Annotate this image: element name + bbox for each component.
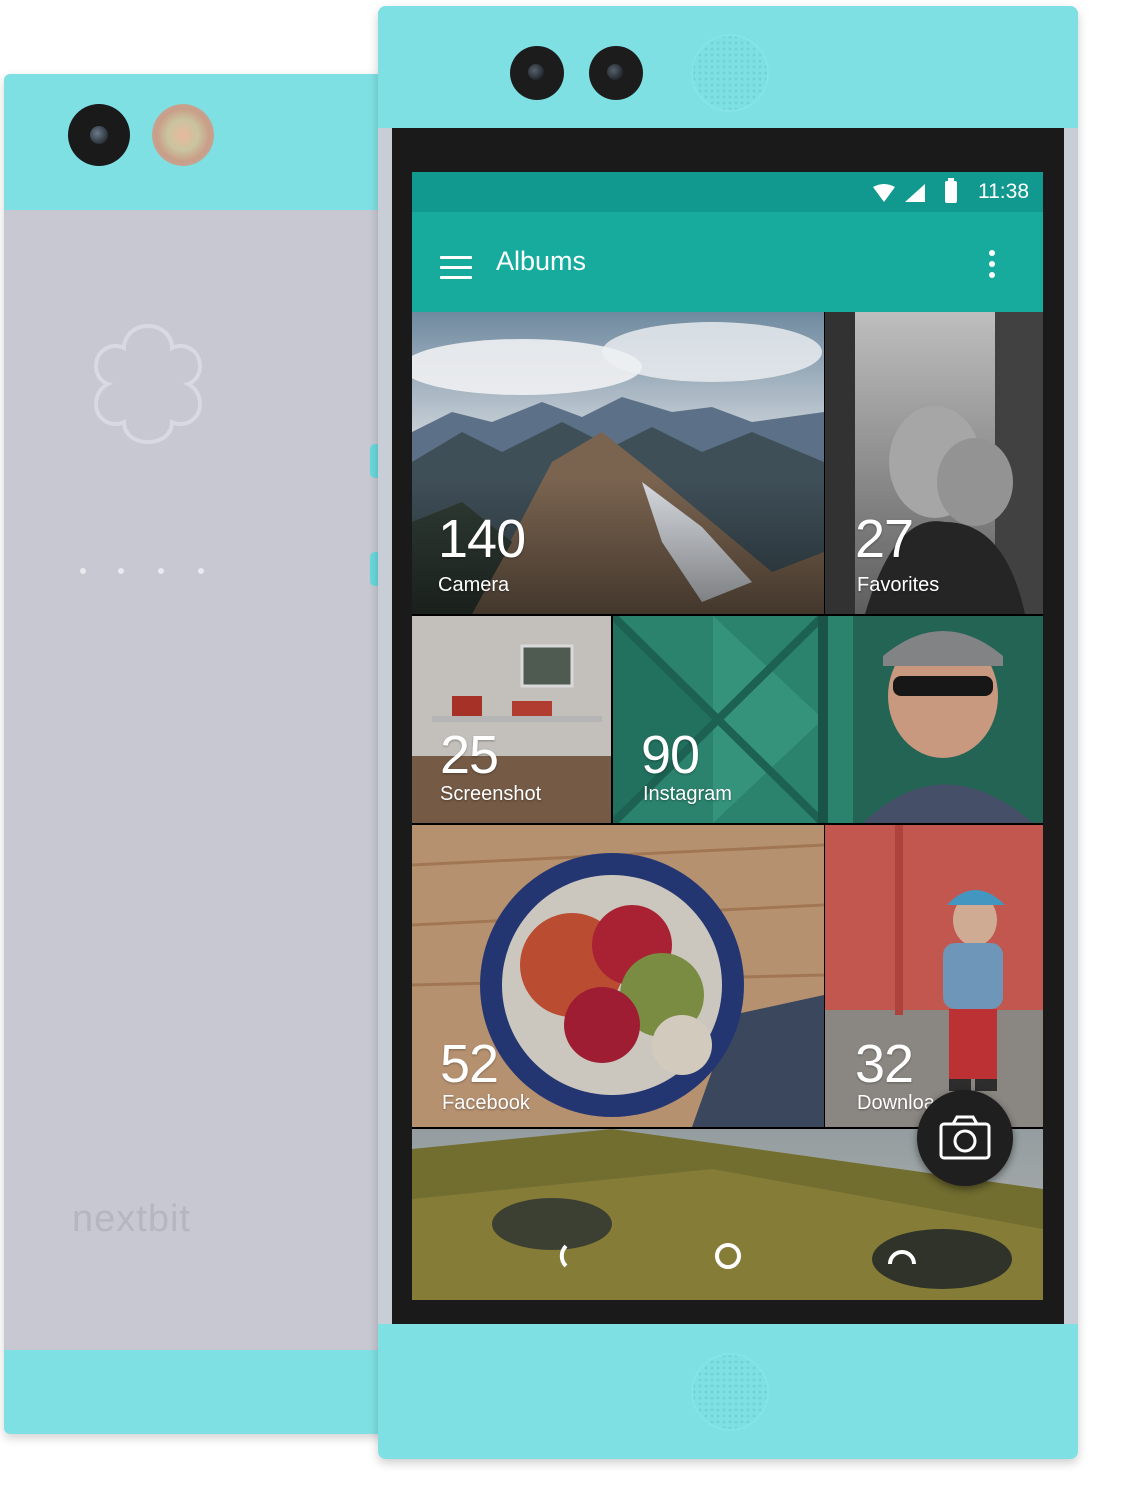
earpiece-speaker [691, 34, 769, 112]
album-name: Camera [438, 574, 510, 596]
home-icon[interactable] [708, 1236, 748, 1276]
frame-edge [1064, 128, 1078, 1324]
battery-icon [945, 178, 957, 203]
app-bar: Albums [412, 212, 1043, 312]
album-count: 27 [855, 509, 914, 569]
indicator-dot [198, 568, 204, 574]
album-tile-downloads[interactable]: 32 Downloa [825, 825, 1043, 1127]
album-count: 32 [855, 1034, 914, 1094]
more-vert-icon[interactable] [987, 250, 997, 280]
indicator-dot [158, 568, 164, 574]
phone-screen: 11:38 Albums 140 Camera 27 Favorites 25 … [412, 172, 1043, 1300]
indicator-dot [118, 568, 124, 574]
back-bottom-cap [4, 1350, 394, 1434]
album-tile-facebook[interactable]: 52 Facebook [412, 825, 824, 1127]
wifi-icon [873, 184, 895, 202]
front-sensor-lens [589, 46, 643, 100]
album-tile-instagram[interactable]: 90 Instagram [613, 616, 1043, 823]
album-count: 90 [641, 725, 700, 785]
camera-fab[interactable] [917, 1090, 1013, 1186]
cloud-logo-icon [93, 323, 203, 445]
recents-icon[interactable] [882, 1236, 922, 1276]
status-time: 11:38 [978, 180, 1029, 203]
rear-flash [152, 104, 214, 166]
rear-camera-lens [68, 104, 130, 166]
album-count: 52 [440, 1034, 499, 1094]
album-name: Facebook [442, 1092, 530, 1114]
album-name: Favorites [857, 574, 940, 596]
menu-icon[interactable] [440, 256, 472, 280]
album-count: 25 [440, 725, 499, 785]
bottom-speaker [691, 1353, 769, 1431]
back-phone: nextbit [4, 74, 394, 1434]
album-tile-camera[interactable]: 140 Camera [412, 312, 824, 614]
album-tile-favorites[interactable]: 27 Favorites [825, 312, 1043, 614]
app-bar-title: Albums [496, 246, 587, 276]
indicator-dot [80, 568, 86, 574]
album-tile-screenshot[interactable]: 25 Screenshot [412, 616, 611, 823]
status-bar: 11:38 [412, 172, 1043, 212]
album-name: Instagram [643, 783, 732, 805]
frame-edge [378, 128, 392, 1324]
front-camera-lens [510, 46, 564, 100]
back-icon[interactable] [538, 1236, 578, 1276]
brand-logo: nextbit [72, 1198, 191, 1240]
camera-icon [939, 1115, 991, 1160]
signal-icon [905, 184, 925, 202]
album-name: Screenshot [440, 783, 542, 805]
album-count: 140 [438, 509, 526, 569]
navigation-bar [412, 1212, 1043, 1300]
front-phone: 11:38 Albums 140 Camera 27 Favorites 25 … [378, 6, 1078, 1459]
